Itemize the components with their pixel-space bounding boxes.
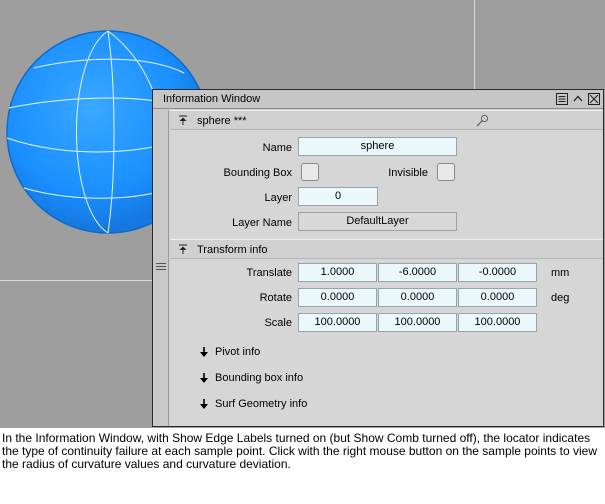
- translate-label: Translate: [246, 267, 292, 279]
- name-field[interactable]: sphere: [298, 137, 457, 156]
- layer-label: Layer: [264, 192, 292, 204]
- close-icon[interactable]: [588, 93, 600, 105]
- grid-line: [0, 280, 155, 281]
- locator-icon[interactable]: [475, 114, 489, 128]
- scale-y-field[interactable]: 100.0000: [378, 313, 457, 332]
- translate-y-field[interactable]: -6.0000: [378, 263, 457, 282]
- rotate-unit: deg: [551, 292, 570, 304]
- rotate-label: Rotate: [259, 292, 292, 304]
- invisible-label: Invisible: [388, 167, 428, 179]
- modeling-viewport[interactable]: Information Window sphere *** Name spher…: [0, 0, 605, 428]
- window-title: Information Window: [163, 93, 261, 105]
- transform-header-label: Transform info: [197, 244, 268, 256]
- window-content: sphere *** Name sphere Bounding Box Invi…: [170, 110, 603, 426]
- translate-z-field[interactable]: -0.0000: [458, 263, 537, 282]
- object-section-header[interactable]: sphere ***: [170, 110, 603, 130]
- arrow-down-icon: [200, 373, 208, 383]
- bounding-box-info-label: Bounding box info: [215, 372, 304, 384]
- scale-z-field[interactable]: 100.0000: [458, 313, 537, 332]
- information-window[interactable]: Information Window sphere *** Name spher…: [152, 89, 604, 427]
- arrow-down-icon: [200, 347, 208, 357]
- window-sidebar: [153, 110, 169, 426]
- rotate-z-field[interactable]: 0.0000: [458, 288, 537, 307]
- pivot-info-label: Pivot info: [215, 346, 261, 358]
- pin-icon[interactable]: [178, 244, 188, 255]
- name-label: Name: [262, 142, 292, 154]
- transform-section-header[interactable]: Transform info: [170, 239, 603, 259]
- layer-name-field: DefaultLayer: [298, 212, 457, 231]
- bounding-box-checkbox[interactable]: [301, 163, 319, 181]
- figure-caption: In the Information Window, with Show Edg…: [2, 431, 597, 471]
- invisible-checkbox[interactable]: [437, 163, 455, 181]
- rotate-x-field[interactable]: 0.0000: [298, 288, 377, 307]
- grid-line: [474, 0, 475, 90]
- layer-field[interactable]: 0: [298, 187, 378, 206]
- translate-unit: mm: [551, 267, 570, 279]
- pin-icon[interactable]: [178, 115, 188, 126]
- translate-x-field[interactable]: 1.0000: [298, 263, 377, 282]
- object-header-label: sphere ***: [197, 115, 247, 127]
- layer-name-label: Layer Name: [232, 217, 292, 229]
- drag-handle-icon[interactable]: [156, 262, 166, 271]
- scale-x-field[interactable]: 100.0000: [298, 313, 377, 332]
- surf-geometry-info-label: Surf Geometry info: [215, 398, 308, 410]
- collapse-icon[interactable]: [572, 93, 584, 105]
- rotate-y-field[interactable]: 0.0000: [378, 288, 457, 307]
- menu-icon[interactable]: [556, 93, 568, 105]
- arrow-down-icon: [200, 399, 208, 409]
- bounding-box-label: Bounding Box: [223, 167, 293, 179]
- scale-label: Scale: [264, 317, 292, 329]
- window-titlebar[interactable]: Information Window: [153, 90, 603, 109]
